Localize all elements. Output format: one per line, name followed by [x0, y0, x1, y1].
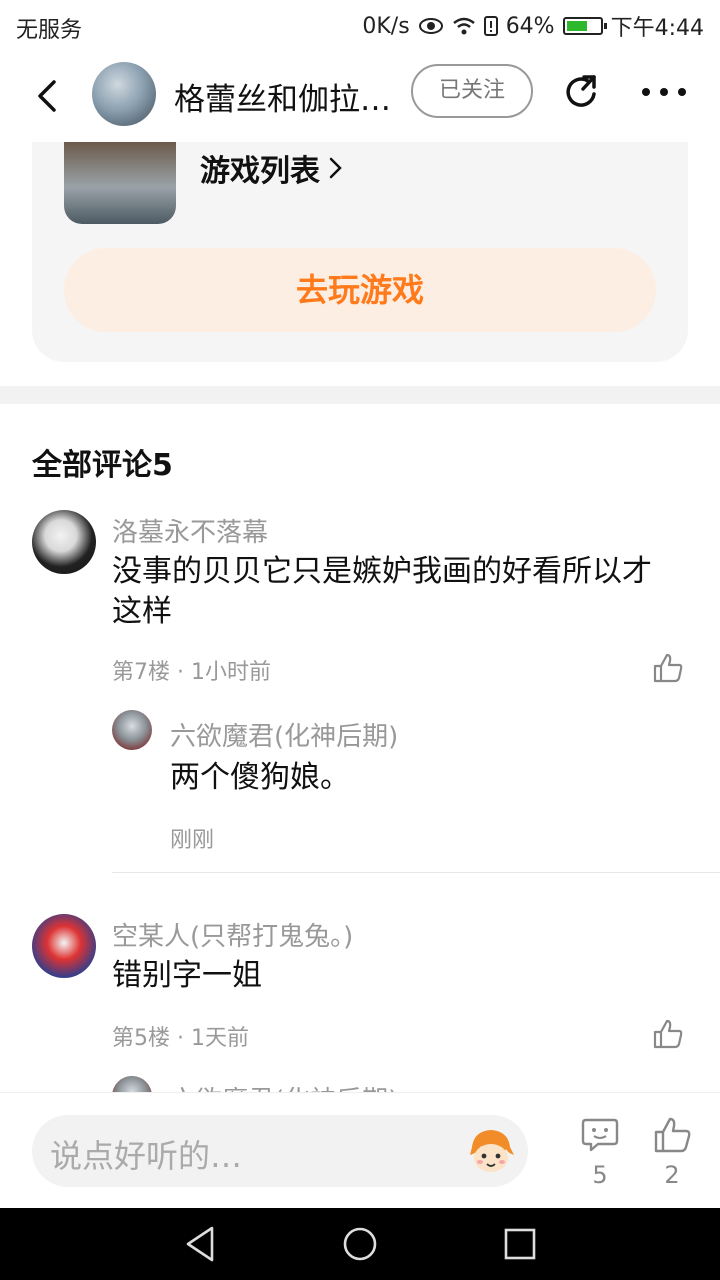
game-list-label: 游戏列表 — [200, 154, 320, 189]
author-avatar[interactable] — [92, 62, 156, 126]
sim-icon — [483, 16, 498, 36]
back-arrow-icon[interactable] — [28, 76, 68, 116]
top-header: 格蕾丝和伽拉… 已关注 — [0, 50, 720, 142]
status-icons: 0K/s 64% 下午4:44 — [362, 10, 704, 42]
reply-username[interactable]: 六欲魔君(化神后期) — [170, 716, 398, 753]
comment-text-line: 没事的贝贝它只是嫉妒我画的好看所以才 — [112, 554, 652, 589]
comment-input[interactable]: 说点好听的… — [32, 1115, 528, 1187]
comment-username[interactable]: 洛墓永不落幕 — [112, 512, 268, 549]
comment-divider — [112, 872, 720, 873]
share-icon[interactable] — [562, 72, 604, 114]
battery-percent: 64% — [505, 13, 555, 39]
follow-button[interactable]: 已关注 — [411, 64, 533, 118]
more-options-icon[interactable] — [640, 80, 688, 104]
wifi-icon — [452, 17, 475, 35]
comment-avatar[interactable] — [32, 914, 96, 978]
comment-meta: 第5楼 · 1天前 — [112, 1026, 249, 1051]
thumbs-up-icon[interactable] — [652, 1115, 692, 1155]
chevron-right-icon — [329, 157, 342, 179]
nav-back-icon[interactable] — [180, 1224, 220, 1264]
bottom-action-bar: 说点好听的… 5 2 — [0, 1092, 720, 1209]
reply-time: 刚刚 — [170, 828, 215, 853]
emoji-sticker-icon[interactable] — [464, 1125, 518, 1177]
battery-icon — [562, 17, 607, 35]
post-title: 格蕾丝和伽拉… — [174, 82, 391, 118]
comments-heading: 全部评论5 — [32, 448, 173, 483]
comment-text-line: 这样 — [112, 594, 172, 629]
comment-count: 5 — [592, 1161, 608, 1189]
comment-text-line: 错别字一姐 — [112, 958, 262, 993]
reply-avatar[interactable] — [112, 710, 152, 750]
status-bar: 无服务 0K/s 64% 下午4:44 — [0, 0, 720, 50]
eye-icon — [418, 18, 443, 34]
section-divider — [0, 386, 720, 404]
play-game-button[interactable]: 去玩游戏 — [64, 248, 656, 332]
reply-text: 两个傻狗娘。 — [170, 760, 350, 795]
nav-recents-icon[interactable] — [500, 1224, 540, 1264]
comment-username[interactable]: 空某人(只帮打鬼兔。) — [112, 916, 353, 953]
game-card: 游戏列表 去玩游戏 — [32, 142, 688, 362]
comment-input-placeholder: 说点好听的… — [50, 1137, 243, 1175]
carrier-label: 无服务 — [16, 18, 83, 43]
comment-meta: 第7楼 · 1小时前 — [112, 660, 271, 685]
system-nav-bar — [0, 1208, 720, 1280]
comment-bubble-icon[interactable] — [580, 1115, 620, 1155]
clock: 下午4:44 — [610, 16, 704, 41]
game-list-link[interactable]: 游戏列表 — [200, 146, 344, 190]
nav-home-icon[interactable] — [340, 1224, 380, 1264]
thumbs-up-icon[interactable] — [652, 1018, 684, 1050]
comment-avatar[interactable] — [32, 510, 96, 574]
network-speed: 0K/s — [362, 13, 410, 39]
game-thumbnail[interactable] — [64, 142, 176, 224]
like-count: 2 — [664, 1161, 680, 1189]
thumbs-up-icon[interactable] — [652, 652, 684, 684]
battery-fill — [566, 21, 587, 31]
